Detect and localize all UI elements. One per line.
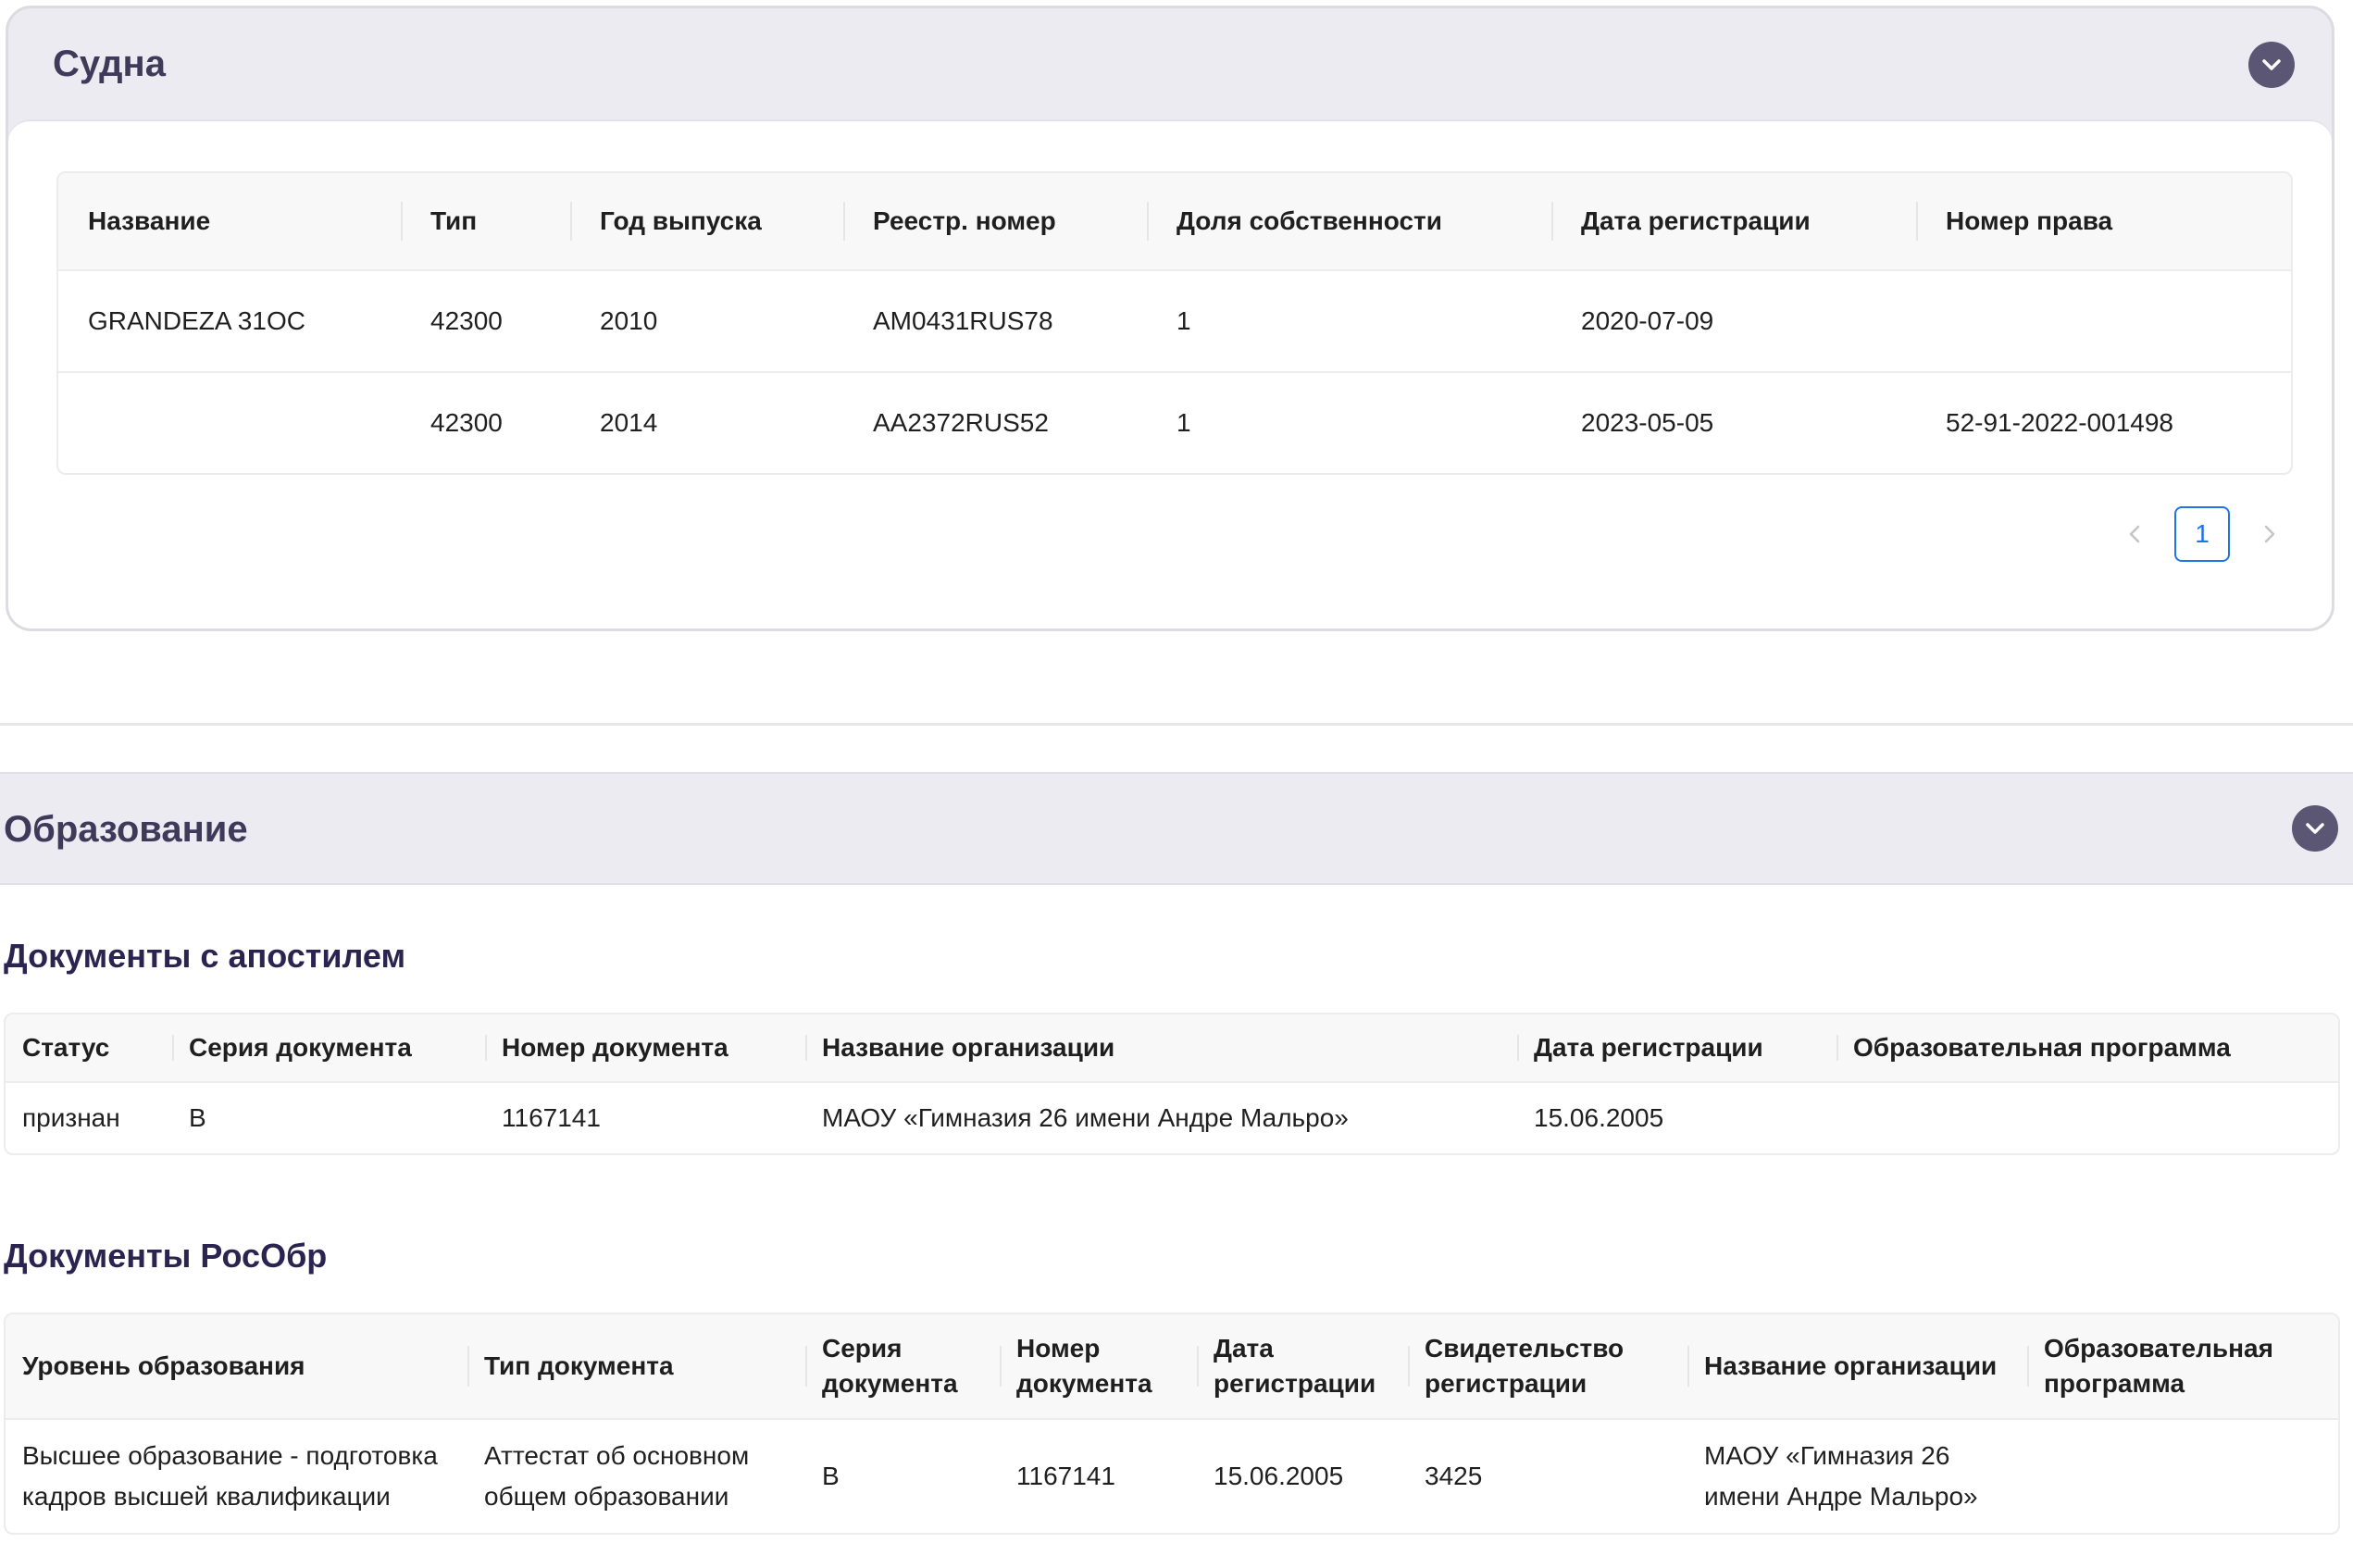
- column-header-organization-name[interactable]: Название организации: [1687, 1314, 2027, 1419]
- table-row[interactable]: GRANDEZA 31OC 42300 2010 AM0431RUS78 1 2…: [58, 269, 2291, 372]
- column-header-document-type[interactable]: Тип документа: [467, 1314, 805, 1419]
- vessels-section-header[interactable]: Судна: [8, 8, 2332, 119]
- cell-registry-number: AA2372RUS52: [843, 371, 1147, 473]
- vessels-section-body: Название Тип Год выпуска Реестр. номер Д…: [8, 119, 2332, 628]
- vessels-table: Название Тип Год выпуска Реестр. номер Д…: [56, 171, 2293, 475]
- column-header-registry-number[interactable]: Реестр. номер: [843, 173, 1147, 270]
- column-header-education-level[interactable]: Уровень образования: [6, 1314, 467, 1419]
- cell-registration-date: 15.06.2005: [1517, 1081, 1836, 1153]
- column-header-document-series[interactable]: Серия документа: [805, 1314, 1000, 1419]
- column-header-name[interactable]: Название: [58, 173, 401, 270]
- cell-ownership-share: 1: [1147, 371, 1551, 473]
- section-divider: [0, 723, 2353, 726]
- table-header-row: Название Тип Год выпуска Реестр. номер Д…: [58, 173, 2291, 270]
- pagination-prev-button[interactable]: [2121, 520, 2148, 548]
- cell-status: признан: [6, 1081, 172, 1153]
- column-header-year[interactable]: Год выпуска: [570, 173, 843, 270]
- column-header-education-program[interactable]: Образовательная программа: [2027, 1314, 2338, 1419]
- cell-type: 42300: [401, 269, 570, 372]
- cell-document-series: B: [805, 1418, 1000, 1533]
- vessels-section-title: Судна: [53, 44, 166, 84]
- cell-document-number: 1167141: [485, 1081, 805, 1153]
- cell-registration-date: 2020-07-09: [1551, 269, 1916, 372]
- column-header-registration-date[interactable]: Дата регистрации: [1517, 1014, 1836, 1082]
- cell-type: 42300: [401, 371, 570, 473]
- column-header-type[interactable]: Тип: [401, 173, 570, 270]
- cell-registration-date: 15.06.2005: [1197, 1418, 1408, 1533]
- chevron-down-icon: [2262, 59, 2281, 70]
- chevron-down-icon: [2306, 823, 2324, 834]
- cell-name: [58, 371, 401, 473]
- column-header-registration-date[interactable]: Дата регистрации: [1197, 1314, 1408, 1419]
- cell-registration-certificate: 3425: [1408, 1418, 1687, 1533]
- vessels-collapse-toggle[interactable]: [2248, 42, 2295, 88]
- cell-document-number: 1167141: [1000, 1418, 1197, 1533]
- column-header-ownership-share[interactable]: Доля собственности: [1147, 173, 1551, 270]
- column-header-registration-date[interactable]: Дата регистрации: [1551, 173, 1916, 270]
- chevron-right-icon: [2264, 525, 2275, 543]
- column-header-right-number[interactable]: Номер права: [1916, 173, 2291, 270]
- cell-organization-name: МАОУ «Гимназия 26 имени Андре Мальро»: [1687, 1418, 2027, 1533]
- cell-year: 2010: [570, 269, 843, 372]
- cell-education-level: Высшее образование - подготовка кадров в…: [6, 1418, 467, 1533]
- column-header-document-number[interactable]: Номер документа: [485, 1014, 805, 1082]
- cell-document-type: Аттестат об основном общем образовании: [467, 1418, 805, 1533]
- cell-year: 2014: [570, 371, 843, 473]
- cell-right-number: [1916, 269, 2291, 372]
- pagination: 1: [2121, 504, 2284, 564]
- column-header-education-program[interactable]: Образовательная программа: [1836, 1014, 2338, 1082]
- column-header-registration-certificate[interactable]: Свидетельство регистрации: [1408, 1314, 1687, 1419]
- table-header-row: Статус Серия документа Номер документа Н…: [6, 1014, 2338, 1082]
- apostille-documents-title: Документы с апостилем: [4, 937, 406, 975]
- cell-registration-date: 2023-05-05: [1551, 371, 1916, 473]
- cell-education-program: [1836, 1081, 2338, 1153]
- column-header-organization-name[interactable]: Название организации: [805, 1014, 1517, 1082]
- column-header-status[interactable]: Статус: [6, 1014, 172, 1082]
- rosobr-documents-table: Уровень образования Тип документа Серия …: [4, 1313, 2340, 1535]
- table-header-row: Уровень образования Тип документа Серия …: [6, 1314, 2338, 1419]
- cell-registry-number: AM0431RUS78: [843, 269, 1147, 372]
- education-collapse-toggle[interactable]: [2292, 805, 2338, 852]
- cell-document-series: B: [172, 1081, 485, 1153]
- chevron-left-icon: [2129, 525, 2140, 543]
- table-row[interactable]: признан B 1167141 МАОУ «Гимназия 26 имен…: [6, 1081, 2338, 1153]
- cell-organization-name: МАОУ «Гимназия 26 имени Андре Мальро»: [805, 1081, 1517, 1153]
- education-section-title: Образование: [4, 809, 248, 850]
- rosobr-documents-title: Документы РосОбр: [4, 1237, 328, 1275]
- cell-ownership-share: 1: [1147, 269, 1551, 372]
- cell-name: GRANDEZA 31OC: [58, 269, 401, 372]
- pagination-next-button[interactable]: [2256, 520, 2284, 548]
- vessels-section: Судна Название Тип Год выпуска Реестр. н…: [6, 6, 2334, 631]
- education-section-header[interactable]: Образование: [0, 772, 2353, 885]
- cell-right-number: 52-91-2022-001498: [1916, 371, 2291, 473]
- table-row[interactable]: 42300 2014 AA2372RUS52 1 2023-05-05 52-9…: [58, 371, 2291, 473]
- apostille-documents-table: Статус Серия документа Номер документа Н…: [4, 1013, 2340, 1155]
- table-row[interactable]: Высшее образование - подготовка кадров в…: [6, 1418, 2338, 1533]
- column-header-document-number[interactable]: Номер документа: [1000, 1314, 1197, 1419]
- column-header-document-series[interactable]: Серия документа: [172, 1014, 485, 1082]
- cell-education-program: [2027, 1418, 2338, 1533]
- pagination-page-current[interactable]: 1: [2174, 506, 2230, 562]
